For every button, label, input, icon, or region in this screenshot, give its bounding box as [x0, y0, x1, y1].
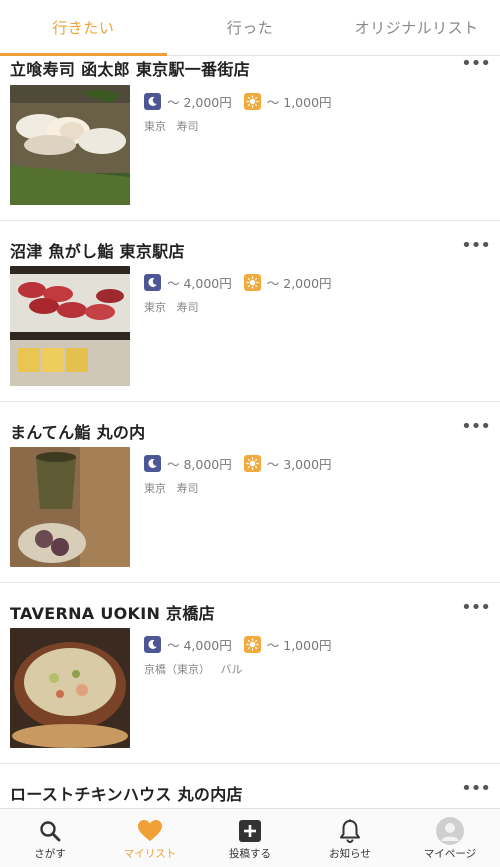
bell-icon: [336, 818, 364, 844]
area-label: 東京: [144, 120, 166, 133]
genre-label: 寿司: [176, 120, 199, 133]
area-label: 東京: [144, 301, 166, 314]
genre-label: 寿司: [176, 301, 199, 314]
lunch-price: ～ 1,000円: [266, 95, 332, 110]
tab-original-list[interactable]: オリジナルリスト: [333, 0, 500, 55]
area-label: 東京: [144, 482, 166, 495]
nav-mylist[interactable]: マイリスト: [100, 809, 200, 867]
restaurant-card[interactable]: まんてん鮨 丸の内 ••• ～ 8,000円 ～ 3,000円 東京 寿司: [0, 402, 500, 583]
more-options-button[interactable]: •••: [461, 237, 491, 255]
moon-icon: [144, 636, 161, 653]
genre-label: 寿司: [176, 482, 199, 495]
area-genre: 東京 寿司: [144, 480, 199, 496]
sun-icon: [243, 93, 261, 110]
price-row: ～ 4,000円 ～ 1,000円: [144, 635, 332, 654]
nav-post[interactable]: 投稿する: [200, 809, 300, 867]
sun-icon: [243, 455, 261, 472]
nav-label: マイリスト: [123, 848, 177, 860]
dinner-price: ～ 4,000円: [167, 276, 232, 291]
more-options-button[interactable]: •••: [461, 780, 491, 798]
restaurant-name[interactable]: 立喰寿司 函太郎 東京駅一番街店: [10, 56, 250, 80]
app: 行きたい 行った オリジナルリスト 立喰寿司 函太郎 東京駅一番街店 ••• ～…: [0, 0, 500, 867]
heart-icon: [136, 818, 164, 844]
nav-label: お知らせ: [329, 848, 371, 860]
tab-visited[interactable]: 行った: [167, 0, 334, 55]
nav-notifications[interactable]: お知らせ: [300, 809, 400, 867]
price-row: ～ 8,000円 ～ 3,000円: [144, 454, 332, 473]
moon-icon: [144, 455, 161, 472]
area-genre: 東京 寿司: [144, 118, 199, 134]
avatar-icon: [436, 817, 464, 845]
more-options-button[interactable]: •••: [461, 56, 491, 73]
restaurant-photo[interactable]: [10, 85, 130, 205]
area-genre: 京橋（東京） バル: [144, 661, 243, 677]
sun-icon: [243, 274, 261, 291]
nav-label: さがす: [34, 848, 66, 860]
genre-label: バル: [220, 663, 243, 676]
dinner-price: ～ 2,000円: [167, 95, 232, 110]
restaurant-photo[interactable]: [10, 447, 130, 567]
lunch-price: ～ 2,000円: [266, 276, 332, 291]
restaurant-card[interactable]: 立喰寿司 函太郎 東京駅一番街店 ••• ～ 2,000円 ～ 1,000円 東…: [0, 56, 500, 221]
plus-square-icon: [236, 818, 264, 844]
sun-icon: [243, 636, 261, 653]
nav-label: マイページ: [423, 848, 477, 860]
moon-icon: [144, 274, 161, 291]
nav-mypage[interactable]: マイページ: [400, 809, 500, 867]
more-options-button[interactable]: •••: [461, 418, 491, 436]
price-row: ～ 2,000円 ～ 1,000円: [144, 92, 332, 111]
bottom-navigation: さがす マイリスト 投稿する お知らせ マイページ: [0, 808, 500, 867]
restaurant-list: 立喰寿司 函太郎 東京駅一番街店 ••• ～ 2,000円 ～ 1,000円 東…: [0, 56, 500, 808]
restaurant-name[interactable]: 沼津 魚がし鮨 東京駅店: [10, 238, 185, 262]
restaurant-photo[interactable]: [10, 266, 130, 386]
restaurant-card[interactable]: TAVERNA UOKIN 京橋店 ••• ～ 4,000円 ～ 1,000円 …: [0, 583, 500, 764]
price-row: ～ 4,000円 ～ 2,000円: [144, 273, 332, 292]
lunch-price: ～ 3,000円: [266, 457, 332, 472]
area-label: 京橋（東京）: [144, 663, 210, 676]
nav-search[interactable]: さがす: [0, 809, 100, 867]
lunch-price: ～ 1,000円: [266, 638, 332, 653]
restaurant-photo[interactable]: [10, 628, 130, 748]
tab-bar: 行きたい 行った オリジナルリスト: [0, 0, 500, 56]
restaurant-name[interactable]: ローストチキンハウス 丸の内店: [10, 781, 243, 805]
area-genre: 東京 寿司: [144, 299, 199, 315]
dinner-price: ～ 8,000円: [167, 457, 232, 472]
restaurant-card[interactable]: 沼津 魚がし鮨 東京駅店 ••• ～ 4,000円 ～ 2,000円 東京 寿司: [0, 221, 500, 402]
dinner-price: ～ 4,000円: [167, 638, 232, 653]
restaurant-name[interactable]: まんてん鮨 丸の内: [10, 419, 145, 443]
more-options-button[interactable]: •••: [461, 599, 491, 617]
search-icon: [36, 818, 64, 844]
nav-label: 投稿する: [229, 848, 271, 860]
restaurant-card[interactable]: ローストチキンハウス 丸の内店 •••: [0, 764, 500, 808]
tab-want-to-go[interactable]: 行きたい: [0, 0, 167, 56]
moon-icon: [144, 93, 161, 110]
restaurant-name[interactable]: TAVERNA UOKIN 京橋店: [10, 600, 215, 624]
